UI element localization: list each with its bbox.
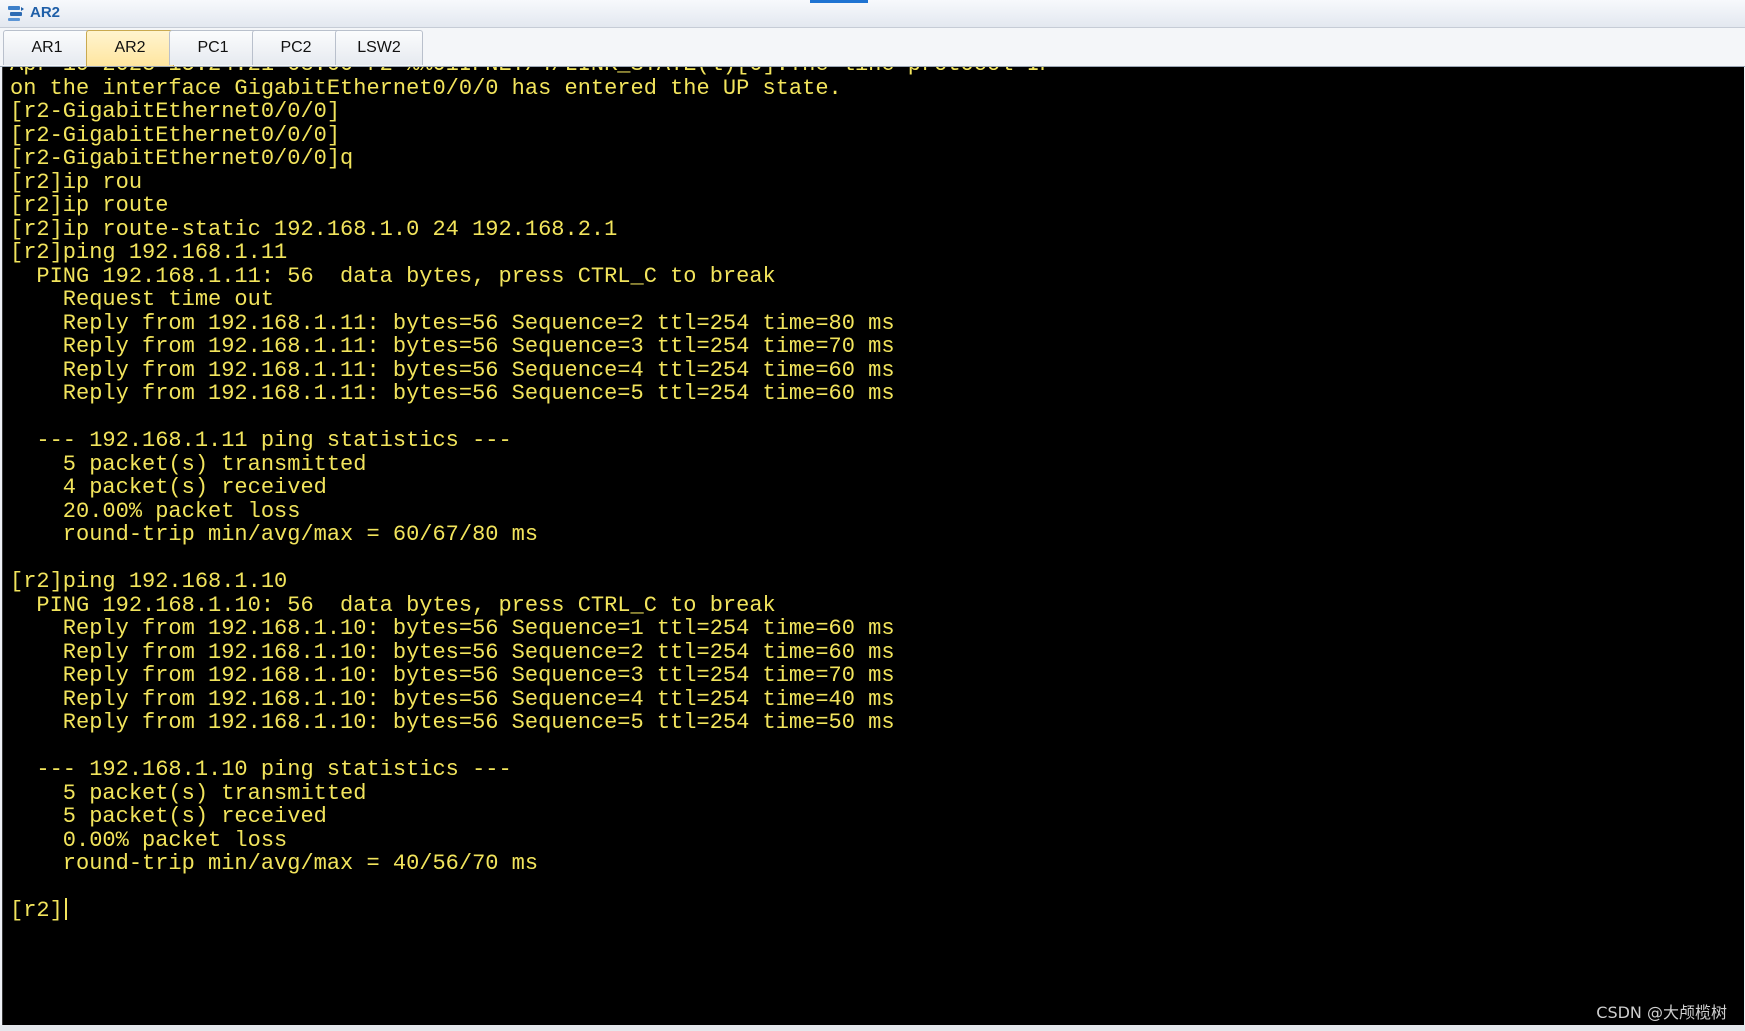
tab-pc1[interactable]: PC1	[169, 30, 257, 65]
terminal-line-text: round-trip min/avg/max = 60/67/80 ms	[10, 522, 539, 547]
terminal-line-text: Reply from 192.168.1.11: bytes=56 Sequen…	[10, 334, 895, 359]
terminal-line-text: PING 192.168.1.10: 56 data bytes, press …	[10, 592, 776, 618]
title-accent-bar	[810, 0, 868, 3]
window-bottom-border	[0, 1025, 1745, 1031]
terminal-window: AR2 AR1AR2PC1PC2LSW2 Apr 19 2023 15:24:2…	[0, 0, 1745, 1031]
terminal-prompt-line: [r2]	[10, 898, 67, 924]
tab-pc2[interactable]: PC2	[252, 30, 340, 65]
terminal-line-text: --- 192.168.1.11 ping statistics ---	[10, 428, 512, 453]
terminal-line: round-trip min/avg/max = 60/67/80 ms	[10, 522, 538, 548]
terminal-line: Reply from 192.168.1.10: bytes=56 Sequen…	[10, 687, 895, 713]
terminal-line-text: Reply from 192.168.1.11: bytes=56 Sequen…	[10, 381, 895, 406]
terminal-line: 5 packet(s) transmitted	[10, 780, 367, 807]
terminal-line-text: Reply from 192.168.1.11: bytes=56 Sequen…	[10, 310, 895, 336]
terminal-line-text: 4 packet(s) received	[10, 475, 327, 500]
tab-ar1[interactable]: AR1	[3, 30, 91, 65]
terminal-line-text: PING 192.168.1.11: 56 data bytes, press …	[10, 263, 776, 289]
terminal-line-text: 20.00% packet loss	[10, 498, 301, 524]
terminal-line: Reply from 192.168.1.10: bytes=56 Sequen…	[10, 640, 895, 666]
terminal-line-text: --- 192.168.1.10 ping statistics ---	[10, 757, 512, 782]
terminal-line: round-trip min/avg/max = 40/56/70 ms	[10, 851, 538, 877]
title-bar[interactable]: AR2	[0, 0, 1745, 28]
terminal-line-text: Reply from 192.168.1.10: bytes=56 Sequen…	[10, 616, 895, 641]
terminal-line-text: 0.00% packet loss	[10, 827, 288, 853]
terminal-line-text: [r2-GigabitEthernet0/0/0]	[10, 122, 341, 148]
terminal-line-text: Reply from 192.168.1.10: bytes=56 Sequen…	[10, 686, 895, 712]
terminal-line-text: [r2]ip rou	[10, 169, 143, 195]
terminal-line-text: [r2]ip route-static 192.168.1.0 24 192.1…	[10, 216, 618, 242]
terminal-line: --- 192.168.1.11 ping statistics ---	[10, 428, 512, 454]
device-tab-bar: AR1 AR2 PC1 PC2 LSW2	[0, 28, 1745, 67]
terminal-line: [r2]ping 192.168.1.10	[10, 569, 287, 595]
terminal-line: PING 192.168.1.11: 56 data bytes, press …	[10, 263, 776, 290]
terminal-line: PING 192.168.1.10: 56 data bytes, press …	[10, 592, 776, 619]
terminal-line: [r2-GigabitEthernet0/0/0]q	[10, 146, 353, 172]
terminal-line: Reply from 192.168.1.11: bytes=56 Sequen…	[10, 381, 895, 407]
terminal-line-text: Request time out	[10, 287, 275, 312]
terminal-line-text: [r2]ping 192.168.1.10	[10, 569, 288, 594]
text-cursor	[64, 898, 67, 920]
terminal-line: Request time out	[10, 287, 274, 313]
terminal-line-text: on the interface GigabitEthernet0/0/0 ha…	[10, 75, 842, 101]
terminal-line-text: [r2-GigabitEthernet0/0/0]q	[10, 146, 354, 171]
terminal-line: [r2]ip route-static 192.168.1.0 24 192.1…	[10, 217, 617, 243]
terminal-line-text: [r2]ping 192.168.1.11	[10, 240, 288, 265]
terminal-line-text: [r2]	[10, 898, 63, 923]
terminal-line: [r2-GigabitEthernet0/0/0]	[10, 99, 340, 125]
terminal-line: 4 packet(s) received	[10, 475, 327, 501]
watermark: CSDN @大颅榄树	[1596, 1003, 1727, 1022]
terminal-line: 5 packet(s) received	[10, 804, 327, 830]
terminal-line: [r2]ip rou	[10, 170, 142, 196]
terminal-line-text: [r2-GigabitEthernet0/0/0]	[10, 99, 341, 124]
window-title: AR2	[30, 4, 61, 21]
terminal-line: [r2]ping 192.168.1.11	[10, 240, 287, 266]
terminal-line: Reply from 192.168.1.10: bytes=56 Sequen…	[10, 663, 895, 689]
terminal-line: Reply from 192.168.1.10: bytes=56 Sequen…	[10, 616, 895, 642]
terminal-line-text: Reply from 192.168.1.10: bytes=56 Sequen…	[10, 639, 895, 665]
terminal-line-text: 5 packet(s) transmitted	[10, 451, 367, 477]
terminal-line: 0.00% packet loss	[10, 828, 287, 854]
terminal-line: --- 192.168.1.10 ping statistics ---	[10, 757, 512, 783]
terminal-line: 20.00% packet loss	[10, 498, 301, 525]
terminal-line-text: Reply from 192.168.1.10: bytes=56 Sequen…	[10, 663, 895, 688]
terminal-line-text: [r2]ip route	[10, 193, 169, 218]
terminal-line: Reply from 192.168.1.11: bytes=56 Sequen…	[10, 311, 895, 337]
router-icon	[8, 6, 24, 21]
terminal-line-text: Reply from 192.168.1.10: bytes=56 Sequen…	[10, 710, 895, 735]
terminal-line: Reply from 192.168.1.11: bytes=56 Sequen…	[10, 334, 895, 360]
terminal-line-text: round-trip min/avg/max = 40/56/70 ms	[10, 851, 539, 876]
terminal-line: Reply from 192.168.1.10: bytes=56 Sequen…	[10, 710, 895, 736]
terminal-line-text: 5 packet(s) received	[10, 804, 327, 829]
console-terminal[interactable]: Apr 19 2023 15:24:21 08:00 r2 %%01IFNET/…	[2, 67, 1744, 1025]
terminal-line-text: Reply from 192.168.1.11: bytes=56 Sequen…	[10, 357, 895, 383]
terminal-line: [r2]ip route	[10, 193, 168, 219]
tab-ar2[interactable]: AR2	[86, 30, 174, 66]
terminal-line: [r2-GigabitEthernet0/0/0]	[10, 123, 340, 149]
tab-lsw2[interactable]: LSW2	[335, 30, 423, 65]
terminal-line-text: 5 packet(s) transmitted	[10, 780, 367, 806]
terminal-line: on the interface GigabitEthernet0/0/0 ha…	[10, 76, 842, 102]
terminal-line: Reply from 192.168.1.11: bytes=56 Sequen…	[10, 358, 895, 384]
terminal-line: 5 packet(s) transmitted	[10, 451, 367, 478]
